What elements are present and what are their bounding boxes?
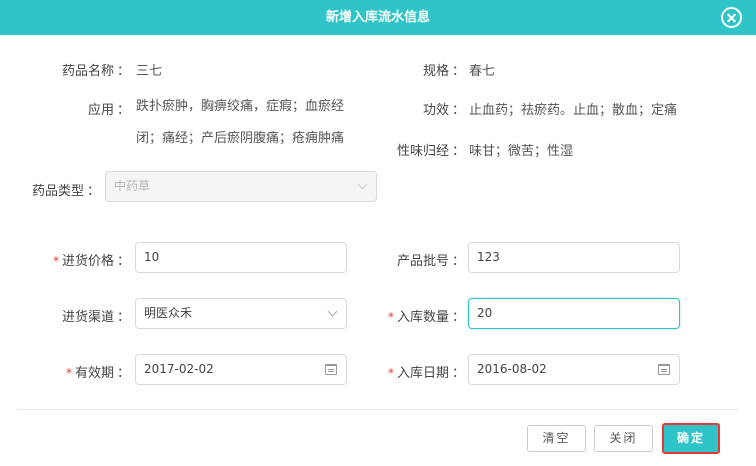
channel-select[interactable]: 明医众禾: [135, 298, 347, 329]
expiry-date-input[interactable]: 2017-02-02: [135, 354, 347, 385]
expiry-label: * 有效期：: [65, 366, 130, 381]
calendar-icon[interactable]: [325, 364, 337, 375]
drug-type-value: 中药草: [114, 179, 151, 193]
confirm-button[interactable]: 确定: [662, 423, 720, 454]
usage-value: 跌扑瘀肿，胸痹绞痛，症瘕；血瘀经 闭；痛经；产后瘀阴腹痛；疮痈肿痛: [136, 91, 376, 155]
type-label: 药品类型：: [31, 184, 100, 199]
spec-label: 规格：: [422, 64, 465, 79]
drug-name-label: 药品名称：: [61, 64, 130, 79]
footer-divider: [17, 409, 739, 410]
price-input[interactable]: 10: [135, 242, 347, 273]
batch-input[interactable]: 123: [468, 242, 680, 273]
chevron-down-icon: [357, 179, 368, 190]
clear-button[interactable]: 清空: [527, 425, 586, 452]
channel-label: 进货渠道：: [61, 310, 130, 325]
usage-label: 应用：: [87, 103, 130, 118]
close-icon[interactable]: [721, 7, 742, 28]
usage-line-1: 跌扑瘀肿，胸痹绞痛，症瘕；血瘀经: [136, 99, 345, 114]
quantity-label: * 入库数量：: [387, 310, 465, 325]
stock-date-label: * 入库日期：: [387, 366, 465, 381]
stock-date-value: 2016-08-02: [477, 362, 547, 376]
dialog-title: 新增入库流水信息: [325, 10, 430, 25]
effect-value: 止血药；祛瘀药。止血；散血；定痛: [469, 103, 678, 118]
taste-value: 味甘；微苦；性湿: [469, 144, 574, 159]
quantity-input[interactable]: 20: [468, 298, 680, 329]
channel-value: 明医众禾: [144, 306, 193, 320]
usage-line-2: 闭；痛经；产后瘀阴腹痛；疮痈肿痛: [136, 131, 345, 146]
taste-label: 性味归经：: [396, 144, 465, 159]
chevron-down-icon: [327, 306, 338, 317]
price-label: * 进货价格：: [52, 254, 130, 269]
stock-date-input[interactable]: 2016-08-02: [468, 354, 680, 385]
batch-label: 产品批号：: [396, 254, 465, 269]
drug-name-value: 三七: [136, 64, 163, 79]
dialog-titlebar: 新增入库流水信息: [0, 0, 756, 35]
spec-value: 春七: [469, 64, 496, 79]
expiry-date-value: 2017-02-02: [144, 362, 214, 376]
effect-label: 功效：: [422, 103, 465, 118]
calendar-icon[interactable]: [658, 364, 670, 375]
close-button[interactable]: 关闭: [594, 425, 653, 452]
drug-type-select: 中药草: [105, 171, 377, 202]
